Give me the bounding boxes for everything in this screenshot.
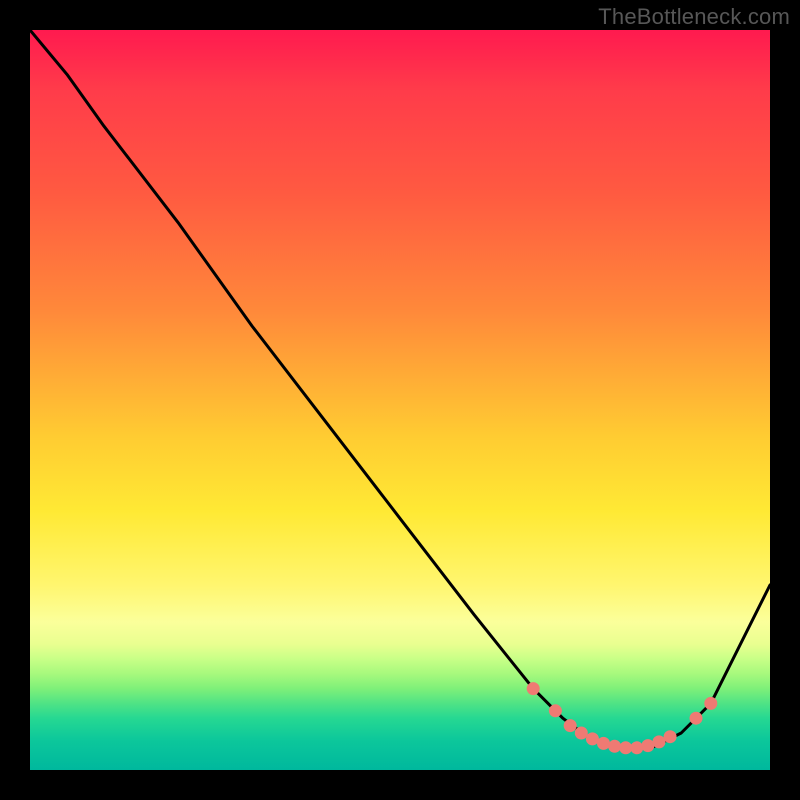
marker-dot bbox=[575, 727, 588, 740]
marker-dot bbox=[619, 741, 632, 754]
marker-dot bbox=[704, 697, 717, 710]
marker-dot bbox=[564, 719, 577, 732]
marker-dot bbox=[597, 737, 610, 750]
marker-dot bbox=[586, 732, 599, 745]
marker-dot bbox=[630, 741, 643, 754]
marker-dot bbox=[690, 712, 703, 725]
chart-frame: TheBottleneck.com bbox=[0, 0, 800, 800]
highlighted-markers bbox=[527, 682, 718, 754]
marker-dot bbox=[653, 735, 666, 748]
chart-svg bbox=[30, 30, 770, 770]
marker-dot bbox=[664, 730, 677, 743]
marker-dot bbox=[549, 704, 562, 717]
plot-area bbox=[30, 30, 770, 770]
bottleneck-curve bbox=[30, 30, 770, 748]
marker-dot bbox=[641, 739, 654, 752]
marker-dot bbox=[608, 740, 621, 753]
marker-dot bbox=[527, 682, 540, 695]
watermark-text: TheBottleneck.com bbox=[598, 4, 790, 30]
